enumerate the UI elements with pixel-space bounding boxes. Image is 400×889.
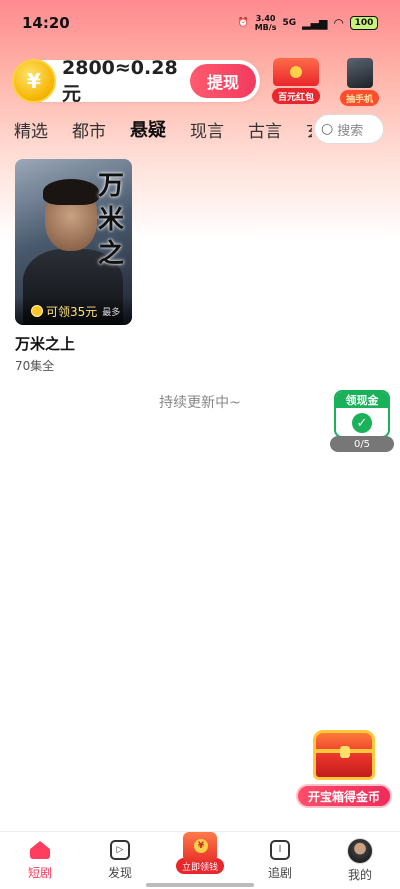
phone-icon bbox=[346, 58, 373, 88]
cover-figure-hair bbox=[43, 179, 99, 205]
tab-xuanhuan[interactable]: 玄 bbox=[306, 117, 312, 142]
play-icon: ▷ bbox=[108, 838, 132, 862]
bottom-navigation: 短剧 ▷ 发现 立即领钱 l 追剧 我的 bbox=[0, 831, 400, 889]
cash-reward-box[interactable]: 领现金 ✓ bbox=[334, 390, 390, 438]
network-speed: 3.40 MB/s bbox=[254, 14, 277, 32]
category-tabs: 精选 都市 悬疑 现言 古言 玄 bbox=[0, 112, 312, 146]
status-bar: 14:20 ⏰ 3.40 MB/s 5G ▂▄▆ ◠ 100 bbox=[0, 0, 400, 46]
drama-title[interactable]: 万米之上 bbox=[15, 333, 132, 354]
search-placeholder: 搜索 bbox=[337, 123, 364, 139]
home-indicator bbox=[146, 883, 254, 887]
reward-amount: 可领35元 bbox=[46, 304, 98, 319]
red-packet-promo[interactable]: 百元红包 bbox=[272, 58, 321, 104]
drama-cover[interactable]: 万米之 可领35元 最多 bbox=[15, 159, 132, 325]
cash-reward-progress: 0/5 bbox=[330, 436, 394, 452]
nav-item-zhuiju[interactable]: l 追剧 bbox=[245, 838, 315, 881]
tab-guyan[interactable]: 古言 bbox=[248, 117, 282, 142]
tab-jingxuan[interactable]: 精选 bbox=[14, 117, 48, 142]
drama-card[interactable]: 万米之 可领35元 最多 万米之上 70集全 bbox=[15, 159, 132, 374]
nav-item-lingqian[interactable]: 立即领钱 bbox=[165, 832, 235, 874]
nav-label: 追剧 bbox=[267, 866, 292, 880]
phone-lottery-label: 抽手机 bbox=[340, 90, 380, 106]
search-input[interactable]: ○ 搜索 bbox=[314, 114, 384, 144]
tab-xuanyi[interactable]: 悬疑 bbox=[130, 116, 166, 142]
red-packet-label: 百元红包 bbox=[272, 88, 321, 104]
status-icons: ⏰ 3.40 MB/s 5G ▂▄▆ ◠ 100 bbox=[237, 14, 378, 32]
cash-reward-widget[interactable]: 领现金 ✓ 0/5 bbox=[330, 390, 394, 452]
nav-item-faxian[interactable]: ▷ 发现 bbox=[85, 838, 155, 881]
search-icon: ○ bbox=[321, 121, 334, 137]
tab-xianyan[interactable]: 现言 bbox=[190, 117, 224, 142]
nav-item-duanju[interactable]: 短剧 bbox=[5, 838, 75, 881]
reward-note: 最多 bbox=[102, 307, 121, 318]
cash-envelope-icon bbox=[183, 832, 217, 862]
cellular-signal-icon: 5G bbox=[282, 18, 297, 28]
nav-label: 发现 bbox=[107, 866, 132, 880]
red-packet-icon bbox=[273, 58, 319, 86]
wifi-icon: ◠ bbox=[333, 16, 344, 30]
check-icon: ✓ bbox=[352, 413, 372, 433]
nav-label: 我的 bbox=[347, 868, 372, 882]
yuan-coin-icon: ¥ bbox=[12, 59, 56, 103]
open-chest-button[interactable]: 开宝箱得金币 bbox=[296, 784, 393, 808]
home-icon bbox=[28, 838, 52, 862]
coin-balance: 2800≈0.28元 bbox=[62, 56, 178, 105]
tab-dushi[interactable]: 都市 bbox=[72, 117, 106, 142]
phone-lottery-promo[interactable]: 抽手机 bbox=[340, 58, 380, 106]
treasure-chest-icon[interactable] bbox=[313, 730, 375, 780]
bookmark-icon: l bbox=[268, 838, 292, 862]
cover-title-text: 万米之 bbox=[98, 171, 125, 269]
coin-balance-bar[interactable]: ¥ 2800≈0.28元 提现 bbox=[12, 57, 260, 105]
cash-reward-title: 领现金 bbox=[336, 392, 388, 408]
alarm-icon: ⏰ bbox=[237, 18, 249, 28]
drama-episodes: 70集全 bbox=[15, 359, 55, 373]
battery-icon: 100 bbox=[350, 16, 378, 30]
clock: 14:20 bbox=[22, 14, 70, 32]
coin-icon bbox=[31, 305, 43, 317]
nav-label: 短剧 bbox=[27, 866, 52, 880]
withdraw-button[interactable]: 提现 bbox=[190, 64, 256, 98]
avatar-icon bbox=[347, 838, 373, 864]
signal-bars-icon: ▂▄▆ bbox=[302, 16, 328, 30]
treasure-chest-widget[interactable]: 开宝箱得金币 bbox=[296, 730, 393, 808]
nav-item-wode[interactable]: 我的 bbox=[325, 838, 395, 883]
reward-overlay: 可领35元 最多 bbox=[15, 297, 132, 325]
